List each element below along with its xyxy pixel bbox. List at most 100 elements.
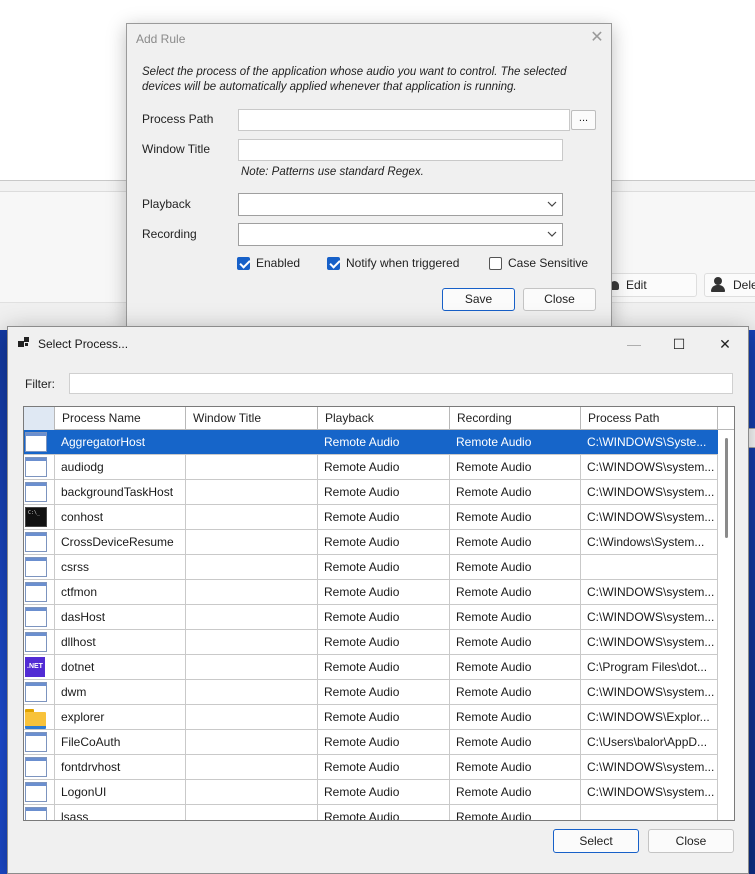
cell-process-name[interactable]: lsass [55,805,186,820]
table-row[interactable]: FileCoAuth Remote Audio Remote Audio C:\Use… [24,730,718,755]
close-icon[interactable]: ✕ [702,330,748,358]
cell-process-name[interactable]: conhost [55,505,186,529]
vertical-scrollbar[interactable] [719,430,734,820]
table-row[interactable]: AggregatorHost Remote Audio Remote Audio C:… [24,430,718,455]
cell-window-title[interactable] [186,505,318,529]
cell-recording[interactable]: Remote Audio [450,680,581,704]
close-button[interactable]: Close [523,288,596,311]
table-row[interactable]: .NET dotnet Remote Audio Remote Audio C:\Pro… [24,655,718,680]
cell-window-title[interactable] [186,430,318,454]
cell-window-title[interactable] [186,605,318,629]
cell-window-title[interactable] [186,555,318,579]
cell-process-name[interactable]: CrossDeviceResume [55,530,186,554]
delete-button[interactable]: Dele [704,273,755,297]
cell-playback[interactable]: Remote Audio [318,580,450,604]
cell-process-name[interactable]: ctfmon [55,580,186,604]
cell-recording[interactable]: Remote Audio [450,805,581,820]
cell-recording[interactable]: Remote Audio [450,780,581,804]
close-button[interactable]: Close [648,829,734,853]
cell-process-name[interactable]: csrss [55,555,186,579]
cell-process-name[interactable]: dasHost [55,605,186,629]
cell-window-title[interactable] [186,680,318,704]
cell-playback[interactable]: Remote Audio [318,780,450,804]
minimize-icon[interactable]: — [611,330,657,358]
cell-playback[interactable]: Remote Audio [318,605,450,629]
cell-process-path[interactable]: C:\WINDOWS\system... [581,605,718,629]
cell-window-title[interactable] [186,780,318,804]
cell-process-name[interactable]: LogonUI [55,780,186,804]
cell-process-path[interactable]: C:\WINDOWS\system... [581,630,718,654]
save-button[interactable]: Save [442,288,515,311]
cell-playback[interactable]: Remote Audio [318,555,450,579]
cell-window-title[interactable] [186,580,318,604]
recording-dropdown[interactable] [238,223,563,246]
cell-recording[interactable]: Remote Audio [450,630,581,654]
process-path-input[interactable] [238,109,570,131]
cell-window-title[interactable] [186,805,318,820]
header-window-title[interactable]: Window Title [186,407,318,430]
cell-process-path[interactable]: C:\WINDOWS\Explor... [581,705,718,729]
cell-recording[interactable]: Remote Audio [450,555,581,579]
cell-recording[interactable]: Remote Audio [450,530,581,554]
table-row[interactable]: lsass Remote Audio Remote Audio [24,805,718,820]
cell-process-name[interactable]: AggregatorHost [55,430,186,454]
cell-window-title[interactable] [186,730,318,754]
cell-process-path[interactable] [581,555,718,579]
cell-process-path[interactable]: C:\Program Files\dot... [581,655,718,679]
cell-playback[interactable]: Remote Audio [318,805,450,820]
scrollbar-thumb[interactable] [725,438,728,538]
cell-playback[interactable]: Remote Audio [318,505,450,529]
cell-playback[interactable]: Remote Audio [318,755,450,779]
table-row[interactable]: LogonUI Remote Audio Remote Audio C:\WINDOW… [24,780,718,805]
cell-playback[interactable]: Remote Audio [318,480,450,504]
window-title-input[interactable] [238,139,563,161]
cell-process-name[interactable]: backgroundTaskHost [55,480,186,504]
cell-playback[interactable]: Remote Audio [318,630,450,654]
table-row[interactable]: dwm Remote Audio Remote Audio C:\WINDOWS\sy… [24,680,718,705]
cell-recording[interactable]: Remote Audio [450,580,581,604]
cell-playback[interactable]: Remote Audio [318,430,450,454]
cell-recording[interactable]: Remote Audio [450,755,581,779]
cell-process-name[interactable]: dllhost [55,630,186,654]
table-row[interactable]: dllhost Remote Audio Remote Audio C:\WINDOW… [24,630,718,655]
cell-playback[interactable]: Remote Audio [318,680,450,704]
cell-window-title[interactable] [186,530,318,554]
table-row[interactable]: audiodg Remote Audio Remote Audio C:\WINDOW… [24,455,718,480]
cell-process-path[interactable]: C:\WINDOWS\system... [581,780,718,804]
cell-process-name[interactable]: explorer [55,705,186,729]
cell-window-title[interactable] [186,705,318,729]
cell-playback[interactable]: Remote Audio [318,530,450,554]
cell-playback[interactable]: Remote Audio [318,705,450,729]
browse-button[interactable]: ... [571,110,596,130]
cell-window-title[interactable] [186,655,318,679]
cell-playback[interactable]: Remote Audio [318,455,450,479]
cell-process-path[interactable]: C:\Windows\System... [581,530,718,554]
cell-process-path[interactable]: C:\WINDOWS\system... [581,480,718,504]
cell-window-title[interactable] [186,755,318,779]
cell-recording[interactable]: Remote Audio [450,655,581,679]
cell-process-name[interactable]: dotnet [55,655,186,679]
cell-process-path[interactable]: C:\WINDOWS\system... [581,680,718,704]
enabled-checkbox[interactable]: Enabled [237,256,300,270]
table-row[interactable]: CrossDeviceResume Remote Audio Remote Audi… [24,530,718,555]
cell-process-path[interactable]: C:\WINDOWS\Syste... [581,430,718,454]
cell-process-path[interactable]: C:\WINDOWS\system... [581,580,718,604]
cell-process-name[interactable]: audiodg [55,455,186,479]
cell-recording[interactable]: Remote Audio [450,430,581,454]
close-icon[interactable]: ✕ [589,30,605,46]
table-row[interactable]: dasHost Remote Audio Remote Audio C:\WINDOW… [24,605,718,630]
cell-process-path[interactable]: C:\WINDOWS\system... [581,755,718,779]
header-process-path[interactable]: Process Path [581,407,718,430]
table-row[interactable]: ctfmon Remote Audio Remote Audio C:\WINDOWS… [24,580,718,605]
cell-recording[interactable]: Remote Audio [450,605,581,629]
playback-dropdown[interactable] [238,193,563,216]
cell-process-name[interactable]: FileCoAuth [55,730,186,754]
cell-process-name[interactable]: dwm [55,680,186,704]
cell-process-path[interactable] [581,805,718,820]
table-row[interactable]: conhostRemote AudioRemote AudioC:\WINDOW… [24,505,718,530]
case-sensitive-checkbox[interactable]: Case Sensitive [489,256,588,270]
header-icon-column[interactable] [24,407,55,430]
header-recording[interactable]: Recording [450,407,581,430]
select-button[interactable]: Select [553,829,639,853]
cell-window-title[interactable] [186,630,318,654]
